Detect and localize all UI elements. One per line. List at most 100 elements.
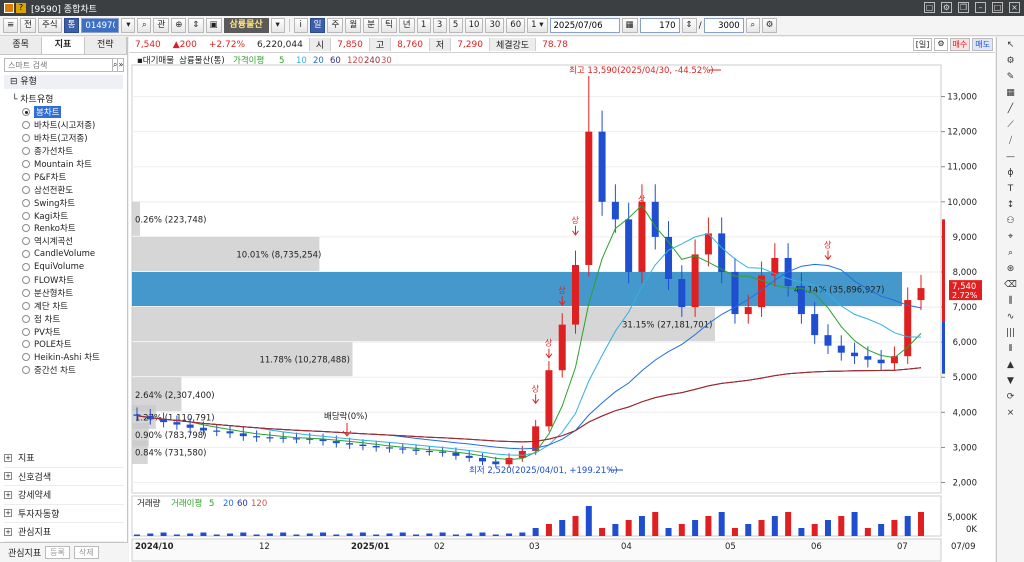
maximize-icon[interactable]: □: [992, 2, 1003, 13]
zoom-icon[interactable]: ⌕: [745, 18, 760, 33]
select-icon[interactable]: ↖: [1003, 38, 1019, 53]
period-tick-button[interactable]: 틱: [380, 18, 397, 33]
indicator-group-item[interactable]: + 신호검색: [4, 468, 124, 486]
list-icon[interactable]: ▾: [270, 18, 285, 33]
updown-icon[interactable]: ⇕: [188, 18, 204, 33]
group-icon[interactable]: ▣: [205, 18, 222, 33]
info-settings-icon[interactable]: ⚙: [934, 38, 948, 51]
radio-icon[interactable]: [22, 250, 30, 259]
chart-type-item[interactable]: 종가선차트: [22, 145, 127, 158]
chart-type-item[interactable]: Swing차트: [22, 196, 127, 209]
hline-icon[interactable]: —: [1003, 150, 1019, 165]
chart-type-item[interactable]: 바차트(시고저종): [22, 119, 127, 132]
chart-type-item[interactable]: 중간선 차트: [22, 364, 127, 377]
chart-type-item[interactable]: Kagi차트: [22, 209, 127, 222]
period-month-button[interactable]: 월: [345, 18, 362, 33]
period-year-button[interactable]: 년: [398, 18, 415, 33]
chart-type-item[interactable]: Mountain 차트: [22, 158, 127, 171]
date-input[interactable]: [549, 18, 620, 33]
cursor-icon[interactable]: ⌖: [1003, 230, 1019, 245]
period-minute-button[interactable]: 분: [363, 18, 379, 33]
chart-type-item[interactable]: 삼선전환도: [22, 183, 127, 196]
radio-icon[interactable]: [22, 301, 30, 310]
pencil-icon[interactable]: ✎: [1003, 70, 1019, 85]
stock-code-input[interactable]: [81, 18, 120, 33]
chart-type-item[interactable]: Renko차트: [22, 222, 127, 235]
interval-custom-button[interactable]: 1 ▾: [527, 18, 548, 33]
down-icon[interactable]: ▼: [1003, 374, 1019, 389]
radio-icon[interactable]: [22, 160, 30, 168]
expand-icon[interactable]: +: [4, 453, 12, 462]
expand-icon[interactable]: +: [4, 509, 12, 518]
expand-icon[interactable]: +: [4, 490, 12, 499]
menu-icon[interactable]: ≡: [3, 18, 19, 33]
bars-icon[interactable]: |||: [1003, 326, 1019, 341]
period-day-button[interactable]: 일: [309, 18, 326, 33]
radio-icon[interactable]: [22, 366, 30, 375]
chart-type-item[interactable]: FLOW차트: [22, 274, 127, 287]
compare-icon[interactable]: ⊕: [171, 18, 187, 33]
category-header[interactable]: ⊟ 유형: [4, 75, 123, 89]
radio-icon[interactable]: [22, 327, 30, 336]
tab-indicators[interactable]: 지표: [42, 37, 85, 54]
arrow-tool-icon[interactable]: ↕: [1003, 198, 1019, 213]
indicator-group-item[interactable]: + 투자자동향: [4, 505, 124, 523]
chart-area[interactable]: 2,000 3,000 4,000 5,000 6,000 7,000 8,000 9,000…: [129, 53, 995, 562]
split-icon[interactable]: ⦀: [1003, 342, 1019, 357]
wave-icon[interactable]: ∿: [1003, 310, 1019, 325]
radio-icon[interactable]: [22, 185, 30, 194]
count-input[interactable]: [639, 18, 680, 33]
ray-icon[interactable]: ⟋: [1003, 118, 1019, 133]
radio-icon[interactable]: [22, 340, 30, 349]
radio-icon[interactable]: [22, 314, 30, 323]
buy-button[interactable]: 매수: [949, 38, 971, 51]
delete-button[interactable]: 삭제: [73, 546, 99, 559]
radio-icon[interactable]: [22, 121, 30, 130]
magnet-icon[interactable]: ⊛: [1003, 262, 1019, 277]
combined-button[interactable]: 통: [63, 18, 80, 33]
text-icon[interactable]: T: [1003, 182, 1019, 197]
prev-button[interactable]: 전: [20, 18, 36, 33]
interval-3-button[interactable]: 3: [432, 18, 447, 33]
radio-icon[interactable]: [22, 198, 30, 207]
info-icon[interactable]: i: [293, 18, 308, 33]
interval-60-button[interactable]: 60: [506, 18, 526, 33]
radio-icon[interactable]: [22, 237, 30, 246]
code-dropdown-icon[interactable]: ▾: [121, 18, 136, 33]
chart-type-item[interactable]: 봉차트: [22, 106, 127, 119]
chart-type-item[interactable]: EquiVolume: [22, 261, 127, 274]
interval-10-button[interactable]: 10: [464, 18, 484, 33]
chart-type-item[interactable]: POLE차트: [22, 338, 127, 351]
interval-5-button[interactable]: 5: [448, 18, 463, 33]
price-chart[interactable]: 2,000 3,000 4,000 5,000 6,000 7,000 8,000 9,000…: [129, 53, 995, 562]
restore-icon[interactable]: ❐: [958, 2, 969, 13]
collapse-icon[interactable]: »: [118, 58, 125, 72]
up-icon[interactable]: ▲: [1003, 358, 1019, 373]
watchlist-button[interactable]: 관: [153, 18, 170, 33]
eraser-icon[interactable]: ⌫: [1003, 278, 1019, 293]
settings-icon[interactable]: ⚙: [941, 2, 952, 13]
indicator-group-item[interactable]: + 강세약세: [4, 486, 124, 505]
tab-stocks[interactable]: 종목: [0, 37, 43, 54]
chart-type-item[interactable]: P&F차트: [22, 170, 127, 183]
indicator-group-item[interactable]: + 관심지표: [4, 523, 124, 542]
radio-icon[interactable]: [22, 108, 30, 117]
group-tool-icon[interactable]: ⚇: [1003, 214, 1019, 229]
chart-type-item[interactable]: 역시계곡선: [22, 235, 127, 248]
pin-icon[interactable]: ▢: [924, 2, 935, 13]
search-icon[interactable]: ⌕: [137, 18, 152, 33]
zoom-tool-icon[interactable]: ⌕: [1003, 246, 1019, 261]
toolbar-settings-icon[interactable]: ⚙: [761, 18, 778, 33]
minimize-icon[interactable]: –: [975, 2, 986, 13]
channel-icon[interactable]: ⫼: [1003, 294, 1019, 309]
smart-search-input[interactable]: [4, 58, 113, 72]
chart-type-item[interactable]: Heikin-Ashi 차트: [22, 351, 127, 364]
interval-1-button[interactable]: 1: [416, 18, 431, 33]
interval-30-button[interactable]: 30: [485, 18, 505, 33]
gear-icon[interactable]: ⚙: [1003, 54, 1019, 69]
radio-icon[interactable]: [22, 134, 30, 143]
trend-icon[interactable]: ⧸: [1003, 134, 1019, 149]
stock-type-select[interactable]: 주식: [37, 18, 62, 33]
radio-icon[interactable]: [22, 276, 30, 285]
count-stepper[interactable]: ⇕: [681, 18, 697, 33]
